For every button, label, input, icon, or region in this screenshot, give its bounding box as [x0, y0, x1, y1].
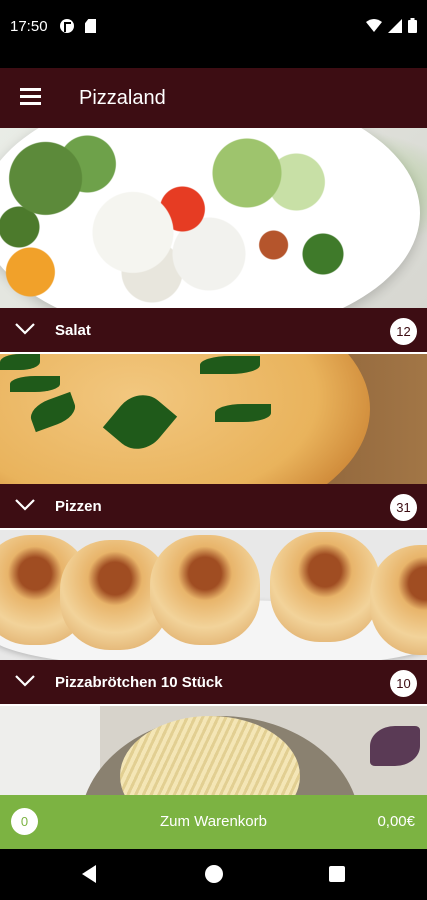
salad-photo[interactable] — [0, 128, 427, 308]
category-count-badge: 12 — [390, 318, 417, 345]
sim-card-icon — [85, 19, 96, 33]
category-count-badge: 31 — [390, 494, 417, 521]
chevron-down-icon — [15, 499, 35, 511]
status-bar: 17:50 — [0, 0, 427, 56]
category-header-pizzabroetchen[interactable]: Pizzabrötchen 10 Stück 10 — [0, 660, 427, 706]
battery-icon — [408, 18, 417, 33]
back-icon[interactable] — [82, 865, 96, 883]
home-icon[interactable] — [205, 865, 223, 883]
category-label: Salat — [55, 322, 91, 339]
pizza-photo[interactable] — [0, 354, 427, 484]
cart-button[interactable]: 0 Zum Warenkorb 0,00€ — [0, 795, 427, 849]
category-label: Pizzen — [55, 498, 102, 515]
hamburger-menu-icon[interactable] — [20, 88, 42, 106]
category-pizzabroetchen[interactable]: Pizzabrötchen 10 Stück 10 — [0, 530, 427, 706]
category-header-salat[interactable]: Salat 12 — [0, 308, 427, 354]
category-pizzen[interactable]: Pizzen 31 — [0, 354, 427, 530]
category-list[interactable]: Salat 12 Pizzen 31 Pizzabrötchen 10 Stüc… — [0, 128, 427, 795]
chevron-down-icon — [15, 323, 35, 335]
category-header-pizzen[interactable]: Pizzen 31 — [0, 484, 427, 530]
category-pasta[interactable] — [0, 706, 427, 795]
recents-icon[interactable] — [329, 866, 345, 882]
pasta-photo[interactable] — [0, 706, 427, 795]
app-bar: Pizzaland — [0, 68, 427, 128]
app-title: Pizzaland — [79, 87, 166, 109]
cart-total: 0,00€ — [377, 813, 415, 830]
app-notification-icon — [60, 19, 74, 33]
pizza-rolls-photo[interactable] — [0, 530, 427, 660]
wifi-icon — [366, 18, 382, 32]
signal-icon — [388, 18, 402, 33]
cart-label: Zum Warenkorb — [160, 813, 267, 830]
system-nav-bar — [0, 849, 427, 900]
status-time: 17:50 — [10, 18, 48, 35]
category-label: Pizzabrötchen 10 Stück — [55, 674, 223, 691]
category-count-badge: 10 — [390, 670, 417, 697]
category-salat[interactable]: Salat 12 — [0, 128, 427, 354]
chevron-down-icon — [15, 675, 35, 687]
